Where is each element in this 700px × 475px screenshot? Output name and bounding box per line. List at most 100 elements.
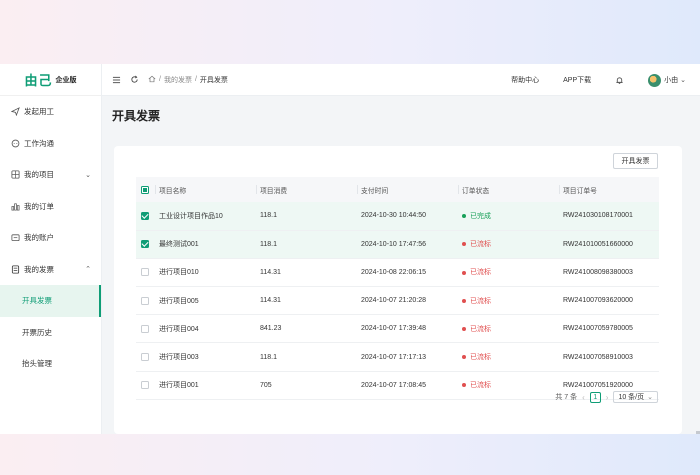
order-number-cell: RW241010051660000	[563, 240, 633, 248]
invoice-icon	[10, 264, 20, 274]
chevron-down-icon[interactable]: ⌄	[680, 76, 686, 84]
project-name-cell: 进行项目010	[159, 269, 199, 277]
send-icon	[10, 107, 20, 117]
table-row[interactable]: 进行项目010 114.31 2024-10-08 22:06:15 已流标 RW241…	[136, 258, 659, 287]
sidebar-item-label: 抬头管理	[22, 359, 52, 369]
select-all-checkbox[interactable]	[141, 185, 149, 194]
bell-icon[interactable]	[615, 76, 624, 85]
row-checkbox[interactable]	[141, 296, 149, 305]
status-badge: 已流标	[470, 354, 491, 362]
scrollbar[interactable]	[696, 431, 700, 434]
total-count: 共 7 条	[555, 394, 578, 401]
table-row[interactable]: 进行项目003 118.1 2024-10-07 17:17:13 已流标 RW2410…	[136, 343, 659, 372]
logo-edition: 企业版	[55, 76, 77, 84]
payment-time-cell: 2024-10-10 17:47:56	[361, 240, 426, 248]
chart-bars-icon	[10, 201, 20, 211]
row-checkbox[interactable]	[141, 324, 149, 333]
chat-icon	[10, 138, 20, 148]
payment-time-cell: 2024-10-08 22:06:15	[361, 268, 426, 276]
column-header: 支付时间	[357, 177, 458, 202]
project-name-cell: 进行项目005	[159, 297, 199, 305]
project-amount-cell: 841.23	[260, 325, 282, 333]
sidebar-item-label: 开票历史	[22, 327, 52, 337]
row-checkbox[interactable]	[141, 353, 149, 362]
order-number-cell: RW241008098380003	[563, 268, 633, 276]
order-number-cell: RW241007093620000	[563, 297, 633, 305]
order-status-cell: 已流标	[458, 230, 559, 258]
row-select-cell[interactable]	[136, 258, 155, 286]
sidebar-item-invoices[interactable]: 我的发票 ⌃	[0, 254, 101, 286]
status-badge: 已流标	[470, 269, 491, 277]
invoice-card: 开具发票 项目名称 项目消费 支付时间 订单状态 项目订单号 工业设计项目作品1…	[114, 146, 682, 434]
status-dot	[462, 327, 466, 331]
sidebar-item-label: 开具发票	[22, 296, 52, 306]
prev-page-icon[interactable]: ‹	[582, 393, 585, 402]
sidebar-item-issue-invoice[interactable]: 开具发票	[0, 285, 101, 317]
sidebar-item-label: 工作沟通	[24, 138, 54, 148]
row-checkbox[interactable]	[141, 381, 149, 390]
project-amount-cell: 118.1	[260, 353, 277, 361]
row-checkbox[interactable]	[141, 211, 149, 220]
issue-invoice-button[interactable]: 开具发票	[613, 153, 658, 169]
order-status-cell: 已流标	[458, 371, 559, 399]
row-checkbox[interactable]	[141, 268, 149, 277]
order-status-cell: 已完成	[458, 202, 559, 230]
pagination: 共 7 条 ‹ 1 › 10 条/页 ⌄	[555, 391, 658, 403]
avatar[interactable]	[648, 73, 662, 87]
status-badge: 已完成	[470, 212, 491, 220]
topbar-right: 帮助中心 APP下载 小由 ⌄	[511, 64, 700, 96]
page-number[interactable]: 1	[589, 391, 601, 403]
table-row[interactable]: 进行项目005 114.31 2024-10-07 21:20:28 已流标 RW241…	[136, 287, 659, 315]
logo-mark: 由己	[24, 73, 53, 88]
order-number-cell: RW241030108170001	[563, 212, 633, 220]
table-body: 工业设计项目作品10 118.1 2024-10-30 10:44:50 已完成 RW2…	[136, 202, 659, 400]
app-window: 由己 企业版 发起用工 工作沟通 我的项目 ⌄ 我的订单 我的账户 我的发票 ⌃…	[0, 64, 700, 434]
refresh-icon[interactable]	[130, 75, 139, 84]
sidebar-item-title-management[interactable]: 抬头管理	[0, 348, 101, 380]
page-size-select[interactable]: 10 条/页 ⌄	[613, 391, 658, 403]
status-badge: 已流标	[470, 382, 491, 390]
project-amount-cell: 118.1	[260, 240, 277, 248]
menu-toggle-icon[interactable]	[112, 76, 121, 84]
sidebar-item-start-work[interactable]: 发起用工	[0, 96, 101, 128]
sidebar-item-orders[interactable]: 我的订单	[0, 191, 101, 223]
column-header: 项目订单号	[559, 177, 659, 202]
table-row[interactable]: 进行项目004 841.23 2024-10-07 17:39:48 已流标 RW241…	[136, 315, 659, 343]
project-name-cell: 工业设计项目作品10	[159, 212, 223, 220]
sidebar-item-label: 发起用工	[24, 107, 54, 117]
project-name-cell: 进行项目001	[159, 382, 199, 390]
sidebar-item-label: 我的订单	[24, 201, 54, 211]
row-select-cell[interactable]	[136, 343, 155, 371]
sidebar-item-label: 我的发票	[24, 264, 54, 274]
status-badge: 已流标	[470, 297, 491, 305]
app-download-link[interactable]: APP下载	[563, 75, 591, 85]
logo[interactable]: 由己 企业版	[0, 64, 101, 96]
sidebar-item-invoice-history[interactable]: 开票历史	[0, 317, 101, 349]
row-select-cell[interactable]	[136, 230, 155, 258]
table-row[interactable]: 最终测试001 118.1 2024-10-10 17:47:56 已流标 RW2410…	[136, 230, 659, 259]
home-icon[interactable]	[148, 75, 156, 85]
project-name-cell: 进行项目003	[159, 354, 199, 362]
row-select-cell[interactable]	[136, 202, 155, 230]
table-row[interactable]: 工业设计项目作品10 118.1 2024-10-30 10:44:50 已完成 RW2…	[136, 202, 659, 231]
breadcrumb-item[interactable]: 我的发票	[164, 75, 192, 85]
sidebar-item-projects[interactable]: 我的项目 ⌄	[0, 159, 101, 191]
sidebar-item-account[interactable]: 我的账户	[0, 222, 101, 254]
sidebar-item-messages[interactable]: 工作沟通	[0, 128, 101, 160]
status-dot	[462, 298, 466, 303]
payment-time-cell: 2024-10-30 10:44:50	[361, 212, 426, 220]
sidebar: 由己 企业版 发起用工 工作沟通 我的项目 ⌄ 我的订单 我的账户 我的发票 ⌃…	[0, 64, 102, 434]
row-select-cell[interactable]	[136, 371, 155, 399]
next-page-icon[interactable]: ›	[606, 393, 609, 402]
row-checkbox[interactable]	[141, 240, 149, 249]
help-center-link[interactable]: 帮助中心	[511, 75, 539, 85]
payment-time-cell: 2024-10-07 17:17:13	[361, 353, 426, 361]
sidebar-item-label: 我的项目	[24, 170, 54, 180]
status-badge: 已流标	[470, 241, 491, 249]
row-select-cell[interactable]	[136, 287, 155, 315]
status-dot	[462, 242, 466, 247]
payment-time-cell: 2024-10-07 17:08:45	[361, 381, 426, 389]
header-select-all[interactable]	[136, 177, 155, 202]
row-select-cell[interactable]	[136, 315, 155, 343]
user-name[interactable]: 小由	[664, 75, 678, 85]
